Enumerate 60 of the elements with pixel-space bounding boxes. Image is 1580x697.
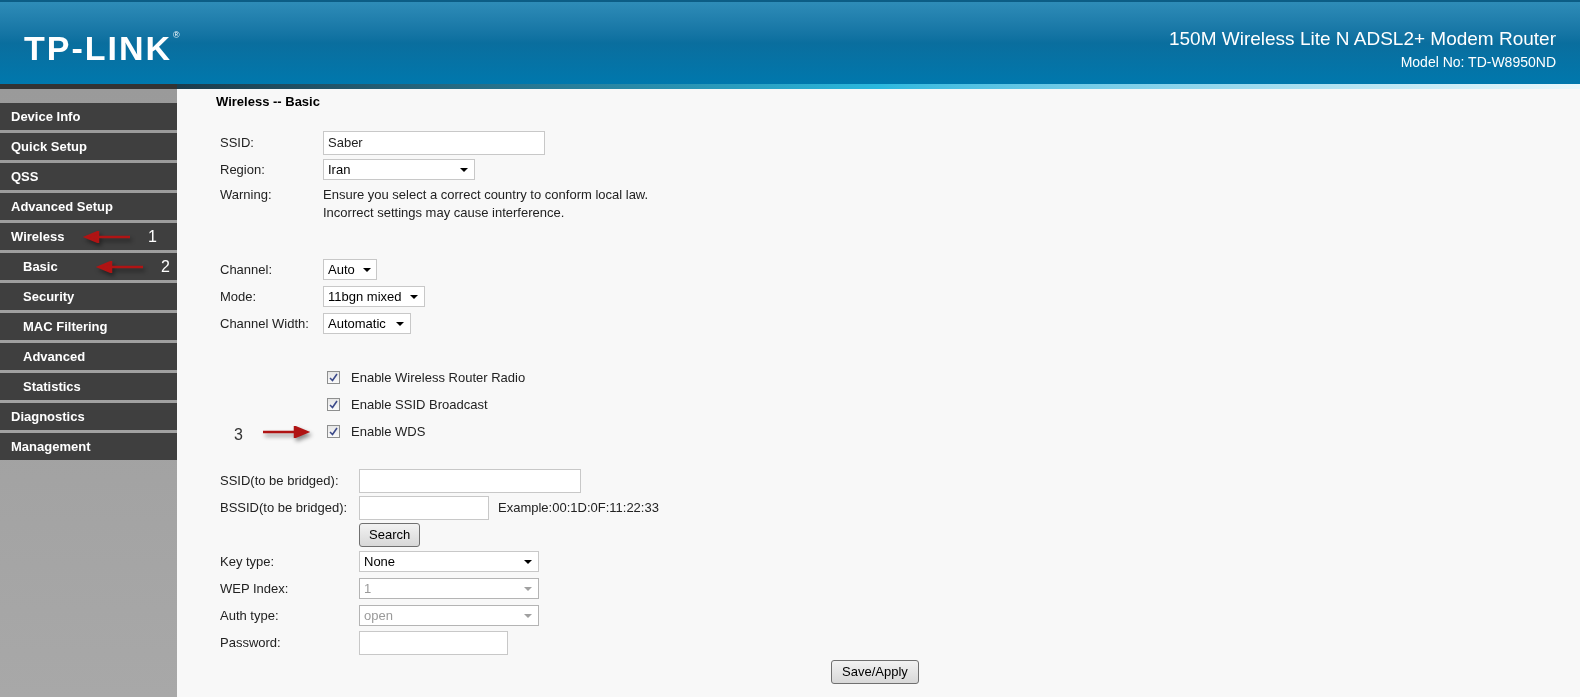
field-label: BSSID(to be bridged): [220, 498, 349, 517]
sidebar-item[interactable]: Wireless 1 [0, 223, 177, 250]
annotation-number: 1 [148, 227, 157, 247]
field-label: SSID(to be bridged): [220, 471, 340, 490]
field-label: Channel: [220, 260, 274, 279]
sidebar-item[interactable]: Advanced [0, 343, 177, 370]
checkbox-label: Enable Wireless Router Radio [351, 368, 526, 387]
field-label: Mode: [220, 287, 258, 306]
input-field[interactable]: Saber [323, 130, 545, 155]
input-field[interactable] [359, 495, 489, 520]
field-label: SSID: [220, 133, 255, 152]
sidebar-item[interactable]: Statistics [0, 373, 177, 400]
caret-icon [460, 167, 468, 172]
sidebar-item[interactable]: Management [0, 433, 177, 460]
sidebar-item[interactable]: QSS [0, 163, 177, 190]
checkbox[interactable] [327, 425, 340, 438]
caret-icon [524, 559, 532, 564]
checkbox[interactable] [327, 398, 340, 411]
sidebar-item[interactable]: Advanced Setup [0, 193, 177, 220]
arrow-icon [82, 230, 132, 243]
select-field[interactable]: Iran [323, 159, 475, 180]
annotation-number: 2 [161, 257, 170, 277]
select-field[interactable]: Auto [323, 259, 377, 280]
model-number: Model No: TD-W8950ND [1400, 53, 1556, 72]
sidebar-item[interactable]: Basic 2 [0, 253, 177, 280]
field-label: Region: [220, 160, 266, 179]
arrow-icon [260, 425, 311, 438]
select-field[interactable]: Automatic [323, 313, 411, 334]
sidebar-item[interactable]: Security [0, 283, 177, 310]
sidebar-item[interactable]: MAC Filtering [0, 313, 177, 340]
caret-icon [362, 267, 371, 272]
search-button[interactable]: Search [359, 522, 421, 547]
save-apply-button[interactable]: Save/Apply [831, 660, 919, 684]
annotation-number: 3 [234, 424, 243, 445]
sidebar-item[interactable]: Diagnostics [0, 403, 177, 430]
caret-icon [410, 294, 418, 299]
page-title: Wireless -- Basic [216, 93, 321, 111]
field-label: Warning: [220, 186, 273, 204]
select-field[interactable]: 11bgn mixed [323, 286, 425, 307]
warning-text: Ensure you select a correct country to conform local law. Incorrect settings may cause interference. [323, 186, 649, 222]
logo: TP-LINK® [24, 31, 180, 65]
caret-icon [524, 586, 532, 591]
password-field[interactable] [359, 630, 508, 655]
arrow-icon [95, 260, 145, 273]
product-title: 150M Wireless Lite N ADSL2+ Modem Router [1168, 27, 1556, 51]
field-label: Channel Width: [220, 314, 310, 333]
caret-icon [524, 613, 532, 618]
sidebar-item[interactable]: Quick Setup [0, 133, 177, 160]
field-label: Key type: [220, 552, 276, 571]
field-label: Auth type: [220, 606, 280, 625]
checkbox[interactable] [327, 371, 340, 384]
sidebar-item[interactable]: Device Info [0, 103, 177, 130]
field-label: Password: [220, 633, 282, 652]
checkbox-label: Enable WDS [351, 422, 426, 441]
input-field[interactable] [359, 468, 581, 493]
field-label: WEP Index: [220, 579, 290, 598]
checkbox-label: Enable SSID Broadcast [351, 395, 488, 414]
hint-text: Example:00:1D:0F:11:22:33 [498, 498, 659, 517]
select-field[interactable]: None [359, 551, 539, 572]
caret-icon [396, 321, 404, 326]
